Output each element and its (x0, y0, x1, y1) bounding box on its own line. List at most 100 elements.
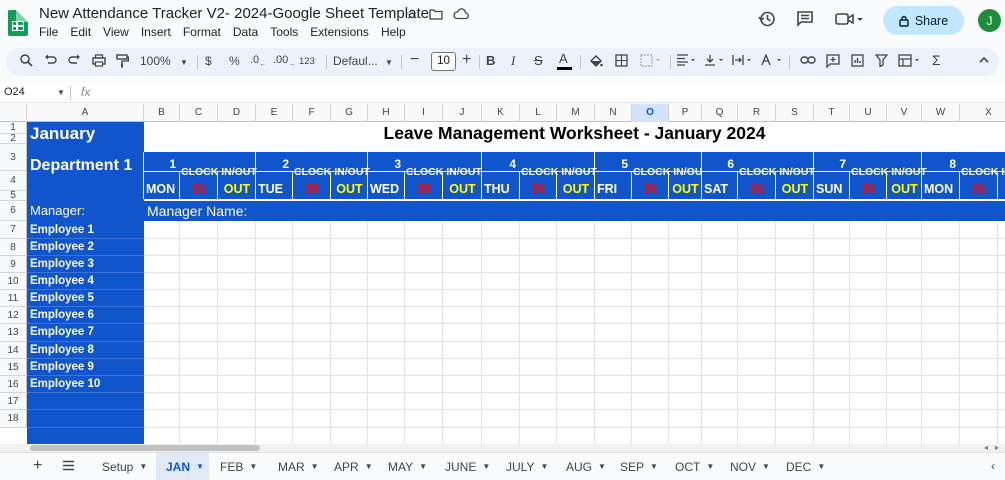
sheet-tab-setup[interactable]: Setup ▼ (92, 453, 152, 480)
document-title[interactable]: New Attendance Tracker V2- 2024-Google S… (39, 5, 429, 22)
row-header-7[interactable]: 7 (0, 221, 27, 239)
row-header-12[interactable]: 12 (0, 307, 27, 324)
clock-in-out-label[interactable]: CLOCK IN/OUT (521, 166, 597, 178)
worksheet-title[interactable]: Leave Management Worksheet - January 202… (144, 123, 1005, 144)
comments-icon[interactable] (796, 10, 814, 33)
column-header-l[interactable]: L (520, 104, 557, 122)
out-label[interactable]: OUT (218, 182, 256, 196)
sheet-tab-feb[interactable]: FEB ▼ (210, 453, 264, 480)
chevron-down-icon[interactable]: ▼ (57, 88, 65, 97)
version-history-icon[interactable] (758, 10, 776, 33)
select-all-corner[interactable] (0, 104, 27, 122)
caret-down-icon[interactable]: ▼ (482, 462, 490, 471)
employee-name[interactable]: Employee 6 (30, 309, 94, 321)
employee-name[interactable]: Employee 1 (30, 224, 94, 236)
clock-in-out-label[interactable]: CLOCK IN/OUT (406, 166, 482, 178)
sheets-logo-icon[interactable] (8, 10, 28, 36)
column-header-e[interactable]: E (256, 104, 293, 122)
print-icon[interactable] (92, 54, 106, 70)
row-header-4[interactable]: 4 (0, 171, 27, 191)
sheet-tab-apr[interactable]: APR ▼ (324, 453, 374, 480)
row-header-6[interactable]: 6 (0, 201, 27, 221)
chevron-left-icon[interactable]: ‹ (991, 459, 995, 473)
day-number[interactable]: 2 (256, 157, 289, 171)
column-header-s[interactable]: S (776, 104, 814, 122)
row-header-8[interactable]: 8 (0, 239, 27, 256)
menu-format[interactable]: Format (183, 25, 221, 39)
employee-name[interactable]: Employee 10 (30, 378, 100, 390)
increase-decimal-button[interactable]: .00→ (273, 54, 295, 68)
meet-icon[interactable] (835, 10, 863, 33)
add-sheet-button[interactable]: + (33, 457, 42, 475)
sheet-tab-may[interactable]: MAY ▼ (378, 453, 431, 480)
column-header-n[interactable]: N (595, 104, 632, 122)
column-header-g[interactable]: G (331, 104, 368, 122)
month-label[interactable]: January (30, 124, 95, 144)
employee-name[interactable]: Employee 5 (30, 292, 94, 304)
employee-name[interactable]: Employee 3 (30, 258, 94, 270)
caret-down-icon[interactable]: ▼ (419, 462, 427, 471)
out-label[interactable]: OUT (998, 182, 1005, 196)
text-color-button[interactable]: A (557, 51, 572, 70)
font-select[interactable]: Defaul... ▼ (333, 54, 393, 68)
undo-icon[interactable] (44, 54, 57, 69)
clock-in-out-label[interactable]: CLOCK IN/OUT (294, 166, 370, 178)
in-label[interactable]: IN (293, 182, 331, 196)
merge-cells-icon[interactable] (640, 54, 662, 70)
employee-name[interactable]: Employee 2 (30, 241, 94, 253)
filter-views-icon[interactable] (898, 54, 922, 70)
caret-down-icon[interactable]: ▼ (249, 462, 257, 471)
column-header-w[interactable]: W (922, 104, 960, 122)
column-header-o[interactable]: O (632, 104, 669, 122)
redo-icon[interactable] (68, 54, 81, 69)
row-header-13[interactable]: 13 (0, 324, 27, 342)
currency-format-button[interactable]: $ (205, 54, 212, 68)
in-label[interactable]: IN (738, 182, 776, 196)
insert-chart-icon[interactable] (851, 54, 864, 70)
manager-name-label[interactable]: Manager Name: (147, 203, 247, 219)
sheet-tab-aug[interactable]: AUG ▼ (556, 453, 606, 480)
row-header-16[interactable]: 16 (0, 376, 27, 393)
fill-color-icon[interactable] (589, 54, 603, 71)
column-header-c[interactable]: C (180, 104, 218, 122)
day-number[interactable]: 4 (482, 157, 516, 171)
decrease-decimal-button[interactable]: .0← (250, 54, 266, 68)
spreadsheet-grid[interactable]: ABCDEFGHIJKLMNOPQRSTUVWX 1 2 3 4 5 6 7 8 9 10 11 12… (0, 104, 1005, 444)
row-header-11[interactable]: 11 (0, 290, 27, 307)
column-header-j[interactable]: J (443, 104, 482, 122)
column-header-x[interactable]: X (960, 104, 1005, 122)
in-label[interactable]: IN (180, 182, 218, 196)
day-name[interactable]: THU (484, 182, 510, 196)
department-label[interactable]: Department 1 (30, 157, 132, 175)
column-header-a[interactable]: A (27, 104, 144, 122)
strikethrough-button[interactable]: S (534, 53, 543, 68)
decrease-font-size-button[interactable]: − (410, 51, 419, 69)
column-header-k[interactable]: K (482, 104, 520, 122)
day-number[interactable]: 6 (702, 157, 734, 171)
percent-format-button[interactable]: % (229, 54, 240, 68)
out-label[interactable]: OUT (887, 182, 922, 196)
employee-name[interactable]: Employee 9 (30, 361, 94, 373)
borders-icon[interactable] (615, 54, 628, 70)
row-header-2[interactable]: 2 (0, 134, 27, 144)
menu-data[interactable]: Data (233, 25, 258, 39)
day-name[interactable]: MON (146, 182, 175, 196)
font-size-input[interactable]: 10 (431, 52, 456, 71)
sheet-tab-nov[interactable]: NOV ▼ (720, 453, 772, 480)
in-label[interactable]: IN (632, 182, 669, 196)
day-number[interactable]: 3 (368, 157, 401, 171)
column-header-m[interactable]: M (557, 104, 595, 122)
all-sheets-icon[interactable] (62, 460, 75, 474)
column-header-v[interactable]: V (887, 104, 922, 122)
scrollbar-thumb[interactable] (30, 445, 260, 451)
menu-view[interactable]: View (103, 25, 129, 39)
row-header-10[interactable]: 10 (0, 273, 27, 290)
day-number[interactable]: 7 (814, 157, 846, 171)
day-number[interactable]: 5 (595, 157, 628, 171)
employee-name[interactable]: Employee 4 (30, 275, 94, 287)
row-header-17[interactable]: 17 (0, 393, 27, 410)
sheet-tab-july[interactable]: JULY ▼ (496, 453, 552, 480)
column-header-f[interactable]: F (293, 104, 331, 122)
caret-down-icon[interactable]: ▼ (706, 462, 714, 471)
in-label[interactable]: IN (520, 182, 557, 196)
